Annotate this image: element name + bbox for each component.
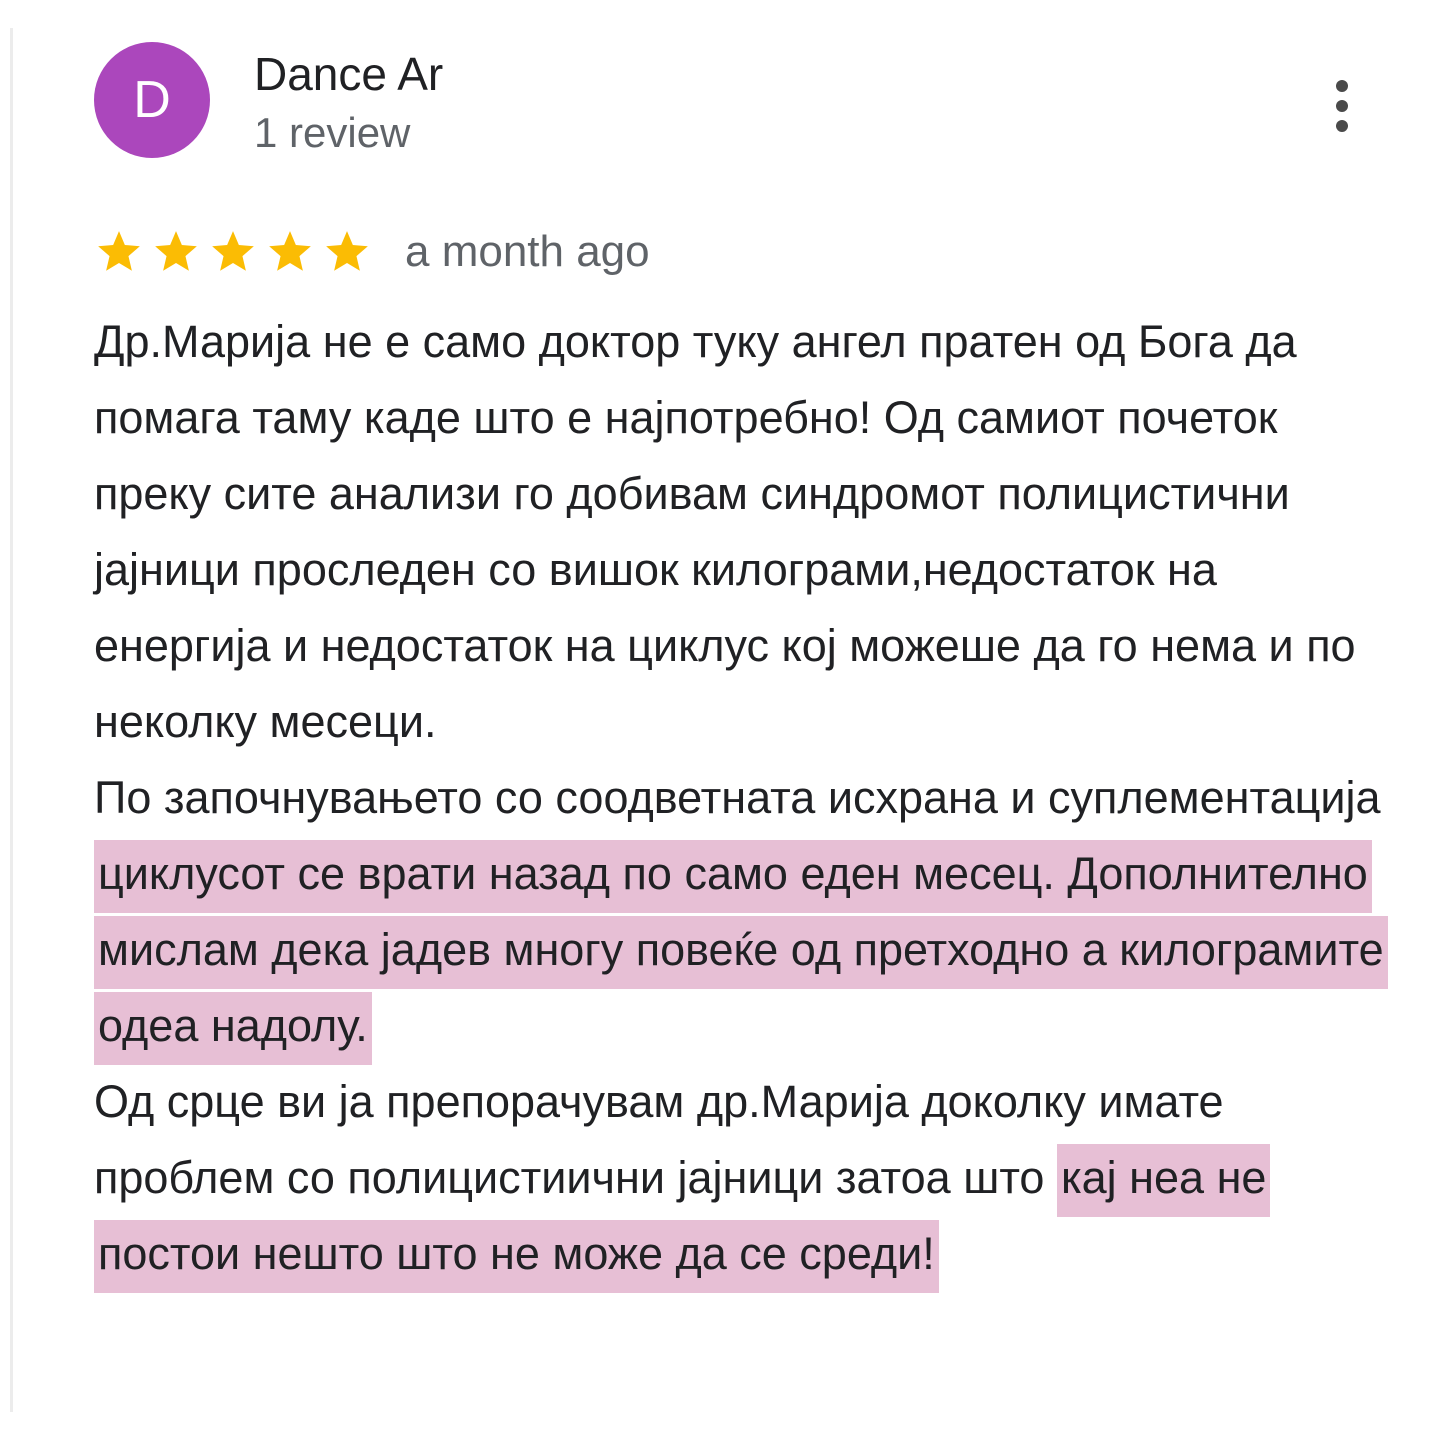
- star-icon: [151, 227, 201, 277]
- review-time: a month ago: [405, 227, 650, 276]
- review-text-plain: Од срце ви ја препорачувам др.Марија док…: [94, 1076, 1224, 1203]
- review-paragraph: Од срце ви ја препорачувам др.Марија док…: [94, 1064, 1394, 1293]
- star-rating: [94, 227, 379, 277]
- star-icon: [94, 227, 144, 277]
- more-vert-dot: [1336, 80, 1348, 92]
- review-paragraph: Др.Марија не е само доктор туку ангел пр…: [94, 316, 1356, 747]
- review-text: Др.Марија не е само доктор туку ангел пр…: [94, 304, 1394, 1293]
- more-vert-dot: [1336, 120, 1348, 132]
- rating-row: a month ago: [94, 224, 650, 280]
- review-text-plain: По започнувањето со соодветната исхрана …: [94, 772, 1381, 823]
- reviewer-avatar[interactable]: D: [94, 42, 210, 158]
- avatar-letter: D: [133, 71, 171, 129]
- star-icon: [265, 227, 315, 277]
- more-options-button[interactable]: [1318, 72, 1366, 140]
- reviewer-review-count: 1 review: [254, 109, 411, 156]
- review-card: D Dance Ar 1 review a month ago Др.Мариј…: [0, 0, 1440, 1440]
- star-icon: [322, 227, 372, 277]
- highlighted-text: циклусот се врати назад по само еден мес…: [94, 840, 1388, 1065]
- reviewer-name[interactable]: Dance Ar: [254, 46, 443, 102]
- star-icon: [208, 227, 258, 277]
- review-paragraph: По започнувањето со соодветната исхрана …: [94, 760, 1394, 1065]
- more-vert-dot: [1336, 100, 1348, 112]
